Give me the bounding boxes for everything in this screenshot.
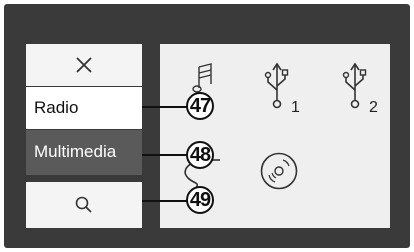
callout-line-radio (142, 106, 188, 108)
disc-icon[interactable] (259, 151, 299, 191)
callout-line-search (142, 200, 188, 202)
radio-label: Radio (34, 98, 79, 117)
search-button[interactable] (26, 182, 142, 228)
callout-badge-search: 49 (186, 186, 214, 214)
multimedia-label: Multimedia (34, 142, 117, 161)
close-button[interactable] (26, 44, 142, 86)
usb-2-icon[interactable] (340, 60, 370, 112)
search-icon (75, 196, 92, 213)
callout-badge-radio: 47 (186, 92, 214, 120)
radio-button[interactable]: Radio (26, 87, 142, 129)
usb-2-number: 2 (369, 99, 378, 116)
callout-badge-multimedia: 48 (186, 141, 214, 169)
callout-line-multimedia (142, 154, 188, 156)
multimedia-button[interactable]: Multimedia (26, 130, 142, 175)
usb-1-number: 1 (291, 99, 300, 116)
usb-1-icon[interactable] (262, 60, 292, 112)
close-icon (76, 57, 92, 73)
